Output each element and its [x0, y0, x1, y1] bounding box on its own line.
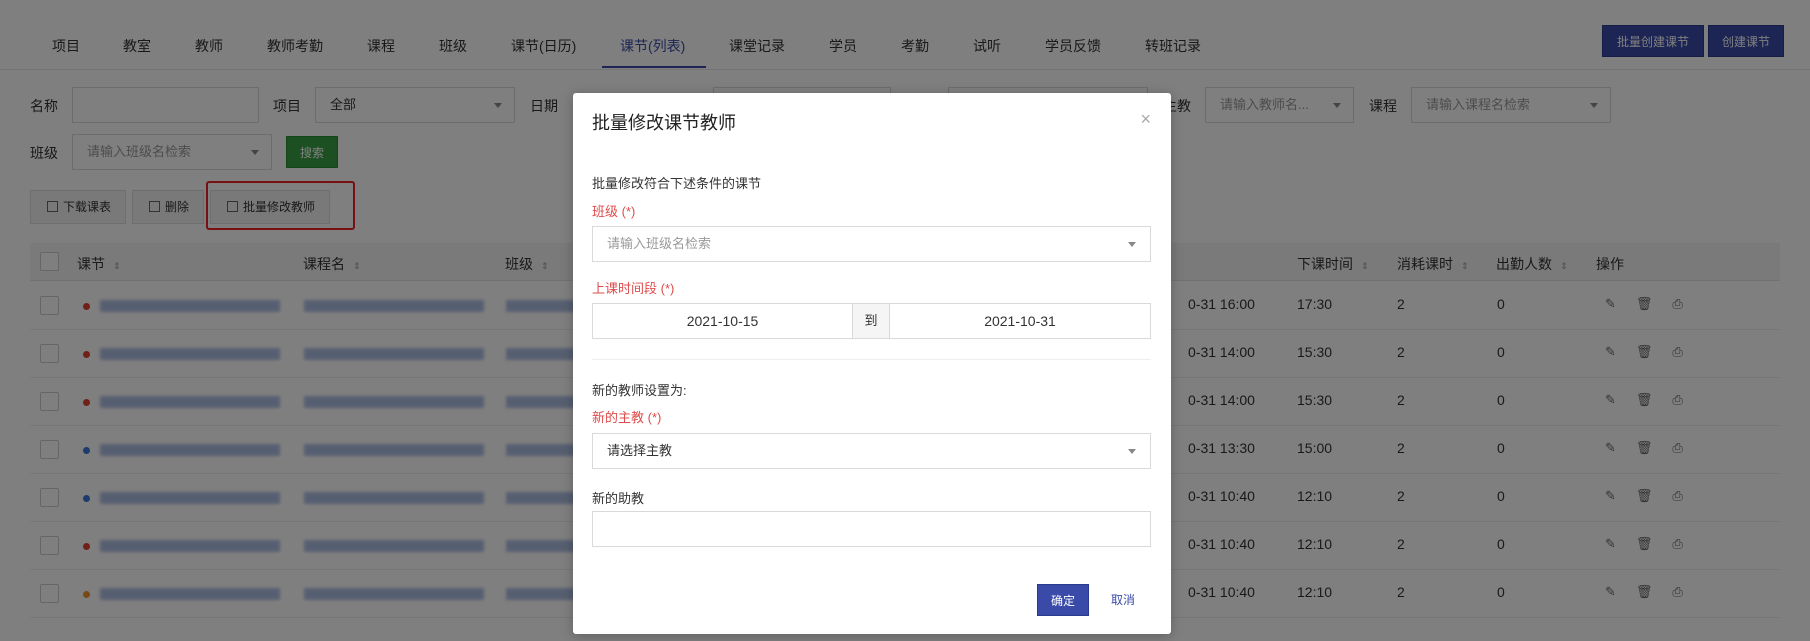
new-assistant-input[interactable]: [592, 511, 1151, 547]
chevron-down-icon: [1128, 449, 1136, 454]
date-range-separator: 到: [852, 304, 890, 338]
modal-subtitle: 批量修改符合下述条件的课节: [592, 176, 762, 191]
cancel-button[interactable]: 取消: [1111, 591, 1135, 608]
new-main-teacher-placeholder: 请选择主教: [607, 443, 673, 458]
batch-edit-teacher-modal: 批量修改课节教师 × 批量修改符合下述条件的课节 班级 (*) 请输入班级名检索…: [573, 93, 1171, 634]
modal-divider: [592, 359, 1151, 360]
modal-period-label: 上课时间段 (*): [592, 281, 675, 296]
modal-class-placeholder: 请输入班级名检索: [607, 236, 712, 251]
modal-date-range: 2021-10-15 到 2021-10-31: [592, 303, 1151, 339]
new-assistant-label: 新的助教: [592, 491, 645, 506]
close-icon[interactable]: ×: [1140, 109, 1151, 130]
new-teacher-heading: 新的教师设置为:: [592, 383, 687, 398]
confirm-button[interactable]: 确定: [1037, 584, 1089, 616]
modal-class-select[interactable]: 请输入班级名检索: [592, 226, 1151, 262]
new-main-teacher-select[interactable]: 请选择主教: [592, 433, 1151, 469]
new-main-teacher-label: 新的主教 (*): [592, 410, 662, 425]
modal-class-label: 班级 (*): [592, 204, 636, 219]
date-from-input[interactable]: 2021-10-15: [593, 304, 852, 338]
date-to-input[interactable]: 2021-10-31: [890, 304, 1150, 338]
modal-title: 批量修改课节教师: [592, 113, 736, 133]
chevron-down-icon: [1128, 242, 1136, 247]
